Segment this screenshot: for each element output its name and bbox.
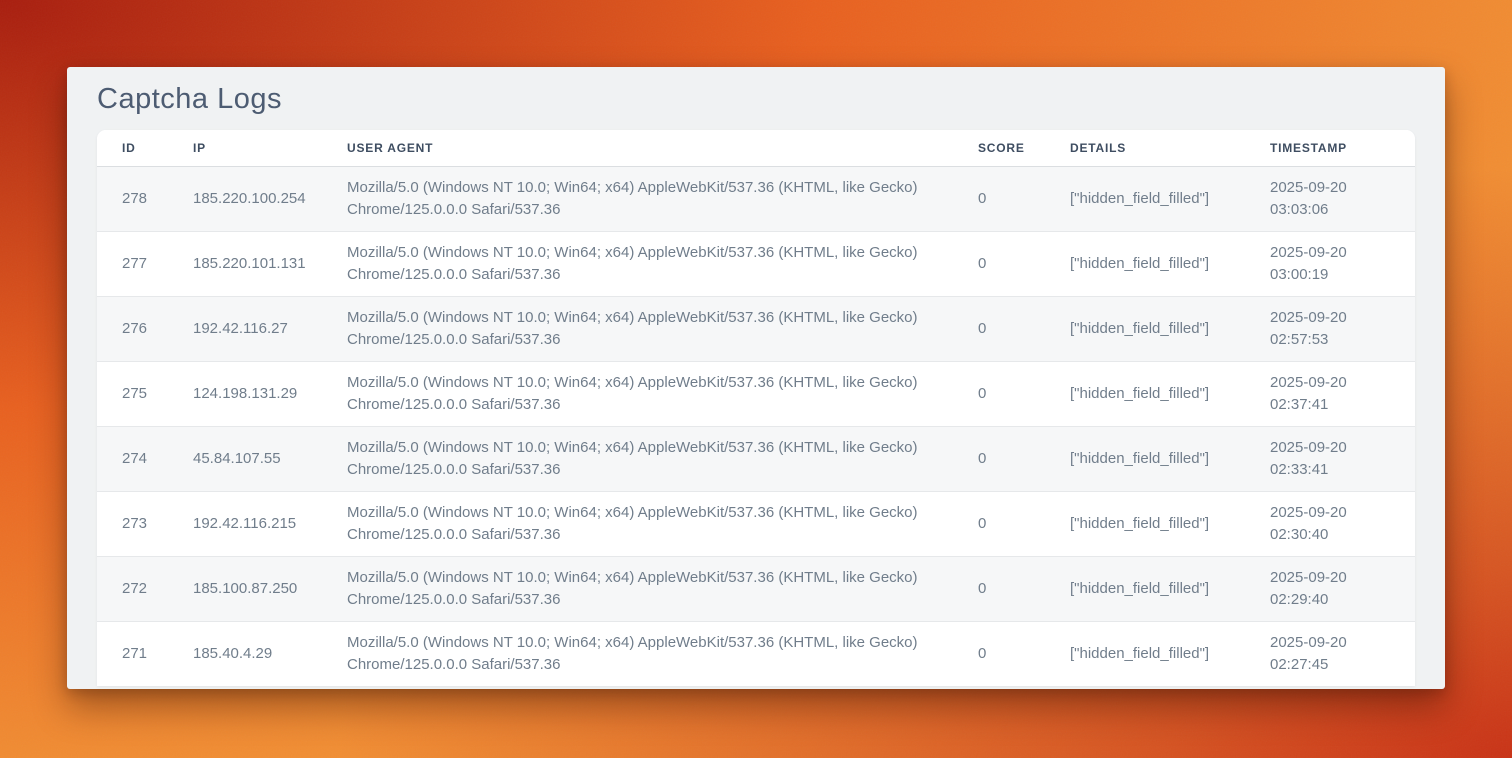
- cell-score: 0: [953, 362, 1045, 427]
- column-header-timestamp: TIMESTAMP: [1245, 130, 1415, 167]
- table-row: 275 124.198.131.29 Mozilla/5.0 (Windows …: [97, 362, 1415, 427]
- cell-user-agent: Mozilla/5.0 (Windows NT 10.0; Win64; x64…: [322, 232, 953, 297]
- cell-id: 275: [97, 362, 168, 427]
- cell-score: 0: [953, 232, 1045, 297]
- table-row: 273 192.42.116.215 Mozilla/5.0 (Windows …: [97, 492, 1415, 557]
- cell-user-agent: Mozilla/5.0 (Windows NT 10.0; Win64; x64…: [322, 167, 953, 232]
- cell-timestamp: 2025-09-20 02:27:45: [1245, 622, 1415, 687]
- logs-table-container: ID IP USER AGENT SCORE DETAILS TIMESTAMP…: [97, 130, 1415, 686]
- cell-id: 277: [97, 232, 168, 297]
- cell-user-agent: Mozilla/5.0 (Windows NT 10.0; Win64; x64…: [322, 557, 953, 622]
- table-row: 271 185.40.4.29 Mozilla/5.0 (Windows NT …: [97, 622, 1415, 687]
- cell-timestamp: 2025-09-20 02:37:41: [1245, 362, 1415, 427]
- cell-details: ["hidden_field_filled"]: [1045, 622, 1245, 687]
- cell-details: ["hidden_field_filled"]: [1045, 557, 1245, 622]
- column-header-ip: IP: [168, 130, 322, 167]
- table-row: 278 185.220.100.254 Mozilla/5.0 (Windows…: [97, 167, 1415, 232]
- cell-timestamp: 2025-09-20 02:29:40: [1245, 557, 1415, 622]
- cell-details: ["hidden_field_filled"]: [1045, 297, 1245, 362]
- cell-user-agent: Mozilla/5.0 (Windows NT 10.0; Win64; x64…: [322, 427, 953, 492]
- table-header-row: ID IP USER AGENT SCORE DETAILS TIMESTAMP: [97, 130, 1415, 167]
- cell-details: ["hidden_field_filled"]: [1045, 492, 1245, 557]
- cell-ip: 192.42.116.215: [168, 492, 322, 557]
- cell-details: ["hidden_field_filled"]: [1045, 427, 1245, 492]
- cell-ip: 185.100.87.250: [168, 557, 322, 622]
- cell-timestamp: 2025-09-20 02:30:40: [1245, 492, 1415, 557]
- cell-ip: 124.198.131.29: [168, 362, 322, 427]
- column-header-score: SCORE: [953, 130, 1045, 167]
- cell-details: ["hidden_field_filled"]: [1045, 362, 1245, 427]
- cell-user-agent: Mozilla/5.0 (Windows NT 10.0; Win64; x64…: [322, 622, 953, 687]
- column-header-user-agent: USER AGENT: [322, 130, 953, 167]
- logs-table: ID IP USER AGENT SCORE DETAILS TIMESTAMP…: [97, 130, 1415, 686]
- column-header-details: DETAILS: [1045, 130, 1245, 167]
- cell-user-agent: Mozilla/5.0 (Windows NT 10.0; Win64; x64…: [322, 362, 953, 427]
- cell-id: 278: [97, 167, 168, 232]
- cell-user-agent: Mozilla/5.0 (Windows NT 10.0; Win64; x64…: [322, 492, 953, 557]
- cell-timestamp: 2025-09-20 02:33:41: [1245, 427, 1415, 492]
- column-header-id: ID: [97, 130, 168, 167]
- cell-ip: 185.40.4.29: [168, 622, 322, 687]
- cell-details: ["hidden_field_filled"]: [1045, 167, 1245, 232]
- cell-timestamp: 2025-09-20 03:00:19: [1245, 232, 1415, 297]
- cell-id: 276: [97, 297, 168, 362]
- cell-ip: 45.84.107.55: [168, 427, 322, 492]
- cell-ip: 185.220.100.254: [168, 167, 322, 232]
- cell-id: 273: [97, 492, 168, 557]
- cell-id: 271: [97, 622, 168, 687]
- cell-ip: 192.42.116.27: [168, 297, 322, 362]
- cell-score: 0: [953, 297, 1045, 362]
- page-title: Captcha Logs: [67, 67, 1445, 116]
- cell-user-agent: Mozilla/5.0 (Windows NT 10.0; Win64; x64…: [322, 297, 953, 362]
- table-row: 272 185.100.87.250 Mozilla/5.0 (Windows …: [97, 557, 1415, 622]
- cell-score: 0: [953, 622, 1045, 687]
- cell-score: 0: [953, 492, 1045, 557]
- cell-timestamp: 2025-09-20 03:03:06: [1245, 167, 1415, 232]
- captcha-logs-card: Captcha Logs ID IP USER AGENT SCORE DETA…: [67, 67, 1445, 689]
- table-row: 276 192.42.116.27 Mozilla/5.0 (Windows N…: [97, 297, 1415, 362]
- cell-id: 272: [97, 557, 168, 622]
- table-row: 274 45.84.107.55 Mozilla/5.0 (Windows NT…: [97, 427, 1415, 492]
- table-row: 277 185.220.101.131 Mozilla/5.0 (Windows…: [97, 232, 1415, 297]
- cell-ip: 185.220.101.131: [168, 232, 322, 297]
- cell-score: 0: [953, 427, 1045, 492]
- cell-score: 0: [953, 167, 1045, 232]
- cell-timestamp: 2025-09-20 02:57:53: [1245, 297, 1415, 362]
- cell-id: 274: [97, 427, 168, 492]
- cell-details: ["hidden_field_filled"]: [1045, 232, 1245, 297]
- cell-score: 0: [953, 557, 1045, 622]
